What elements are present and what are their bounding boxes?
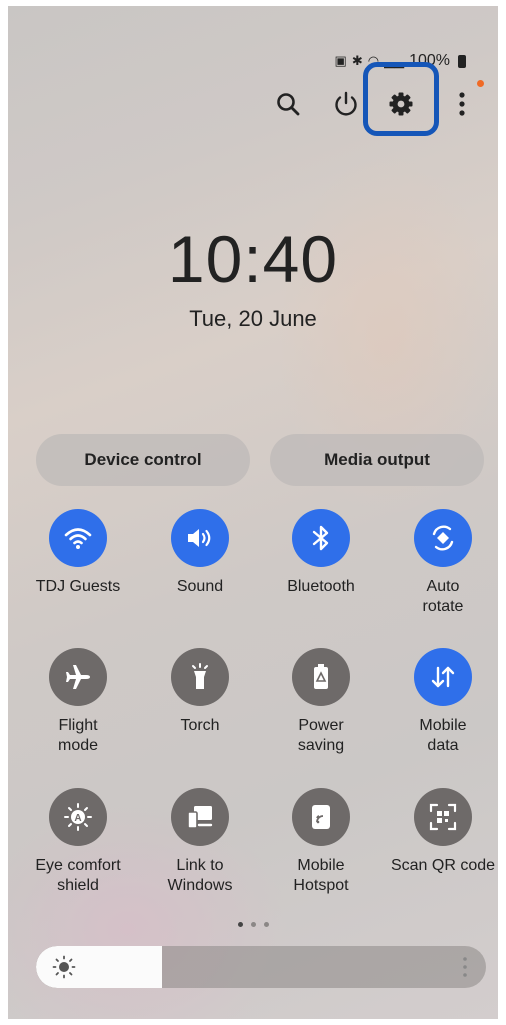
tile-label: Mobile data <box>419 717 467 754</box>
tile-label: Auto rotate <box>422 578 464 615</box>
more-options-icon <box>459 92 465 116</box>
hotspot-icon <box>312 805 330 829</box>
tile-auto-rotate-toggle[interactable] <box>414 509 472 567</box>
power-button[interactable] <box>326 84 366 124</box>
wifi-icon <box>64 528 92 549</box>
tile-wifi-toggle[interactable] <box>49 509 107 567</box>
tile-label: Link to Windows <box>167 857 233 894</box>
bluetooth-icon <box>312 525 329 551</box>
settings-highlight-box <box>363 62 439 136</box>
tile-label: Power saving <box>297 717 345 754</box>
page-dot[interactable] <box>263 922 269 927</box>
tile-bluetooth[interactable]: Bluetooth <box>266 509 376 597</box>
tile-power-saving[interactable]: Power saving <box>266 648 376 756</box>
tile-label: Bluetooth <box>287 578 355 595</box>
quick-panel: ▣ ✱ ◠ ▁▃ 100% 10:40 Tue, 20 June Device … <box>8 6 498 1019</box>
page-dot[interactable] <box>237 922 243 927</box>
mobile-data-icon <box>431 666 455 688</box>
tile-label: Mobile Hotspot <box>293 857 349 894</box>
page-dot[interactable] <box>250 922 256 927</box>
cast-icon: ▣ <box>334 53 347 68</box>
tile-eye-comfort-toggle[interactable]: A <box>49 788 107 846</box>
eye-comfort-icon: A <box>64 803 92 831</box>
battery-icon <box>458 54 466 68</box>
airplane-icon <box>66 665 90 689</box>
tile-mobile-data[interactable]: Mobile data <box>388 648 498 756</box>
tile-label: Flight mode <box>57 717 99 754</box>
more-options-button[interactable] <box>442 80 484 124</box>
auto-rotate-icon <box>432 525 454 551</box>
tile-label: Sound <box>176 578 224 595</box>
torch-icon <box>192 663 208 689</box>
tile-link-to-windows[interactable]: Link to Windows <box>145 788 255 896</box>
brightness-options-icon[interactable] <box>462 956 468 978</box>
tile-flight-mode-toggle[interactable] <box>49 648 107 706</box>
tile-label: Eye comfort shield <box>35 857 121 894</box>
page-indicator <box>8 922 498 927</box>
clock-date: Tue, 20 June <box>189 306 317 331</box>
device-control-button[interactable]: Device control <box>36 434 250 486</box>
tile-wifi[interactable]: TDJ Guests <box>23 509 133 597</box>
clock-time: 10:40 <box>167 222 339 296</box>
tile-link-to-windows-toggle[interactable] <box>171 788 229 846</box>
tile-power-saving-toggle[interactable] <box>292 648 350 706</box>
tile-bluetooth-toggle[interactable] <box>292 509 350 567</box>
search-button[interactable] <box>268 84 308 124</box>
tile-sound-toggle[interactable] <box>171 509 229 567</box>
tile-sound[interactable]: Sound <box>145 509 255 597</box>
qr-code-icon <box>429 803 457 831</box>
svg-text:A: A <box>74 813 81 824</box>
tile-eye-comfort[interactable]: A Eye comfort shield <box>23 788 133 896</box>
tile-scan-qr-toggle[interactable] <box>414 788 472 846</box>
notification-dot <box>477 80 484 87</box>
tile-torch[interactable]: Torch <box>145 648 255 736</box>
tile-scan-qr[interactable]: Scan QR code <box>388 788 498 876</box>
tile-mobile-hotspot[interactable]: Mobile Hotspot <box>266 788 376 896</box>
tile-label: Scan QR code <box>390 857 496 874</box>
link-to-windows-icon <box>187 806 213 829</box>
power-saving-icon <box>314 664 328 689</box>
search-icon <box>277 93 300 116</box>
tile-auto-rotate[interactable]: Auto rotate <box>388 509 498 617</box>
tile-mobile-data-toggle[interactable] <box>414 648 472 706</box>
tile-label: TDJ Guests <box>35 578 121 595</box>
brightness-icon <box>52 955 76 979</box>
brightness-slider[interactable] <box>36 946 486 988</box>
sound-icon <box>188 529 211 547</box>
tile-mobile-hotspot-toggle[interactable] <box>292 788 350 846</box>
bluetooth-status-icon: ✱ <box>351 53 363 68</box>
tile-torch-toggle[interactable] <box>171 648 229 706</box>
power-icon <box>335 91 357 116</box>
media-output-button[interactable]: Media output <box>270 434 484 486</box>
tile-flight-mode[interactable]: Flight mode <box>23 648 133 756</box>
tile-label: Torch <box>180 717 220 734</box>
